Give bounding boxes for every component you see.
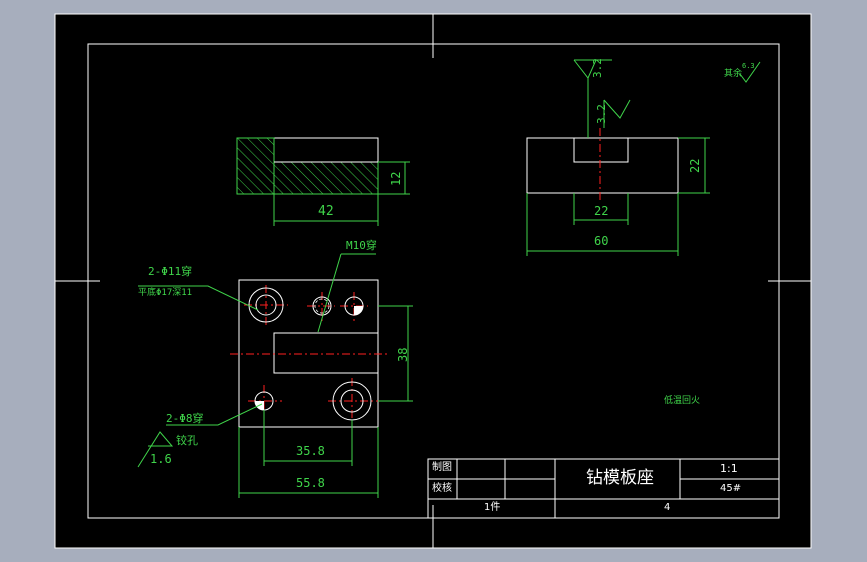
note-pins-a: 2-Φ8穿 [166,412,204,425]
plan-dim-outer: 55.8 [296,476,325,490]
tb-part-name: 钻模板座 [586,468,654,488]
side-dim-width: 60 [594,234,609,248]
tb-material: 45# [720,483,742,494]
tb-scale: 1:1 [720,462,738,475]
treatment-note: 低温回火 [664,396,701,406]
plan-dim-inner: 35.8 [296,444,325,458]
front-dim-height: 12 [389,171,403,186]
tb-drawing-no: 4 [664,502,671,513]
roughness-note-value: 6.3 [742,62,755,70]
note-pins-b: 铰孔 [176,434,198,447]
roughness-pins: 1.6 [150,452,172,466]
front-dim-length: 42 [318,204,334,219]
tb-quantity: 1件 [484,502,501,513]
note-holes-b: 平底Φ17深11 [138,288,193,298]
tb-row1-label: 制图 [432,462,452,473]
cad-drawing [54,13,812,549]
side-roughness-value: 3.2 [595,104,608,124]
tb-row2-label: 校核 [432,483,452,494]
plan-dim-height: 38 [396,347,410,362]
note-holes-a: 2-Φ11穿 [148,265,193,278]
side-dim-slot: 22 [594,204,609,218]
top-roughness-value: 3.2 [591,58,604,78]
side-dim-height: 22 [688,158,702,173]
note-thread: M10穿 [346,239,377,252]
roughness-note-label: 其余 [724,69,743,79]
